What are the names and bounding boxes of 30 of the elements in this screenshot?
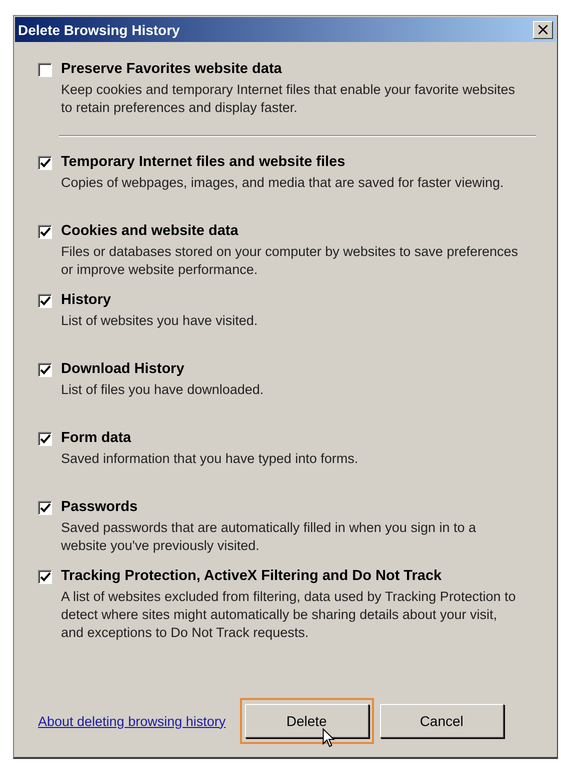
checkbox[interactable] xyxy=(38,570,52,584)
checkbox[interactable] xyxy=(38,63,52,77)
option-label: Form data xyxy=(61,429,132,448)
checkbox[interactable] xyxy=(38,363,52,377)
option-description: Saved information that you have typed into forms. xyxy=(61,450,358,468)
checkbox[interactable] xyxy=(38,432,52,446)
option-description: Saved passwords that are automatically filled in when you sign in to a website you've previously visited. xyxy=(61,519,477,555)
close-button[interactable]: × xyxy=(533,20,553,38)
option-label: Download History xyxy=(61,360,186,379)
option-label: Passwords xyxy=(61,498,139,517)
option-label: Temporary Internet files and website files xyxy=(61,153,346,172)
mouse-pointer-icon xyxy=(322,728,335,748)
checkbox[interactable] xyxy=(38,501,52,515)
option-label: Cookies and website data xyxy=(61,222,240,241)
option-description: Keep cookies and temporary Internet files that enable your favorite websites to retain preferences and display faster. xyxy=(61,81,516,117)
option-description: List of websites you have visited. xyxy=(61,312,258,330)
checkbox[interactable] xyxy=(38,225,52,239)
dialog-button[interactable]: Delete xyxy=(244,704,369,738)
dialog-button[interactable]: Cancel xyxy=(380,704,504,738)
option-label: Tracking Protection, ActiveX Filtering and Do Not Track xyxy=(61,567,443,586)
option-label: Preserve Favorites website data xyxy=(61,60,283,79)
window-title: Delete Browsing History xyxy=(18,22,180,38)
checkbox[interactable] xyxy=(38,156,52,170)
option-description: List of files you have downloaded. xyxy=(61,381,264,399)
option-description: Files or databases stored on your computer by websites to save preferences or improve website performance. xyxy=(61,243,519,279)
option-description: A list of websites excluded from filtering, data used by Tracking Protection to detect where sites might automatically be sharing details about your visit, and exceptions to Do Not Track requests. xyxy=(61,588,517,642)
option-label: History xyxy=(61,291,112,310)
option-description: Copies of webpages, images, and media that are saved for faster viewing. xyxy=(61,174,504,192)
help-link[interactable]: About deleting browsing history xyxy=(38,714,226,728)
checkbox[interactable] xyxy=(38,294,52,308)
